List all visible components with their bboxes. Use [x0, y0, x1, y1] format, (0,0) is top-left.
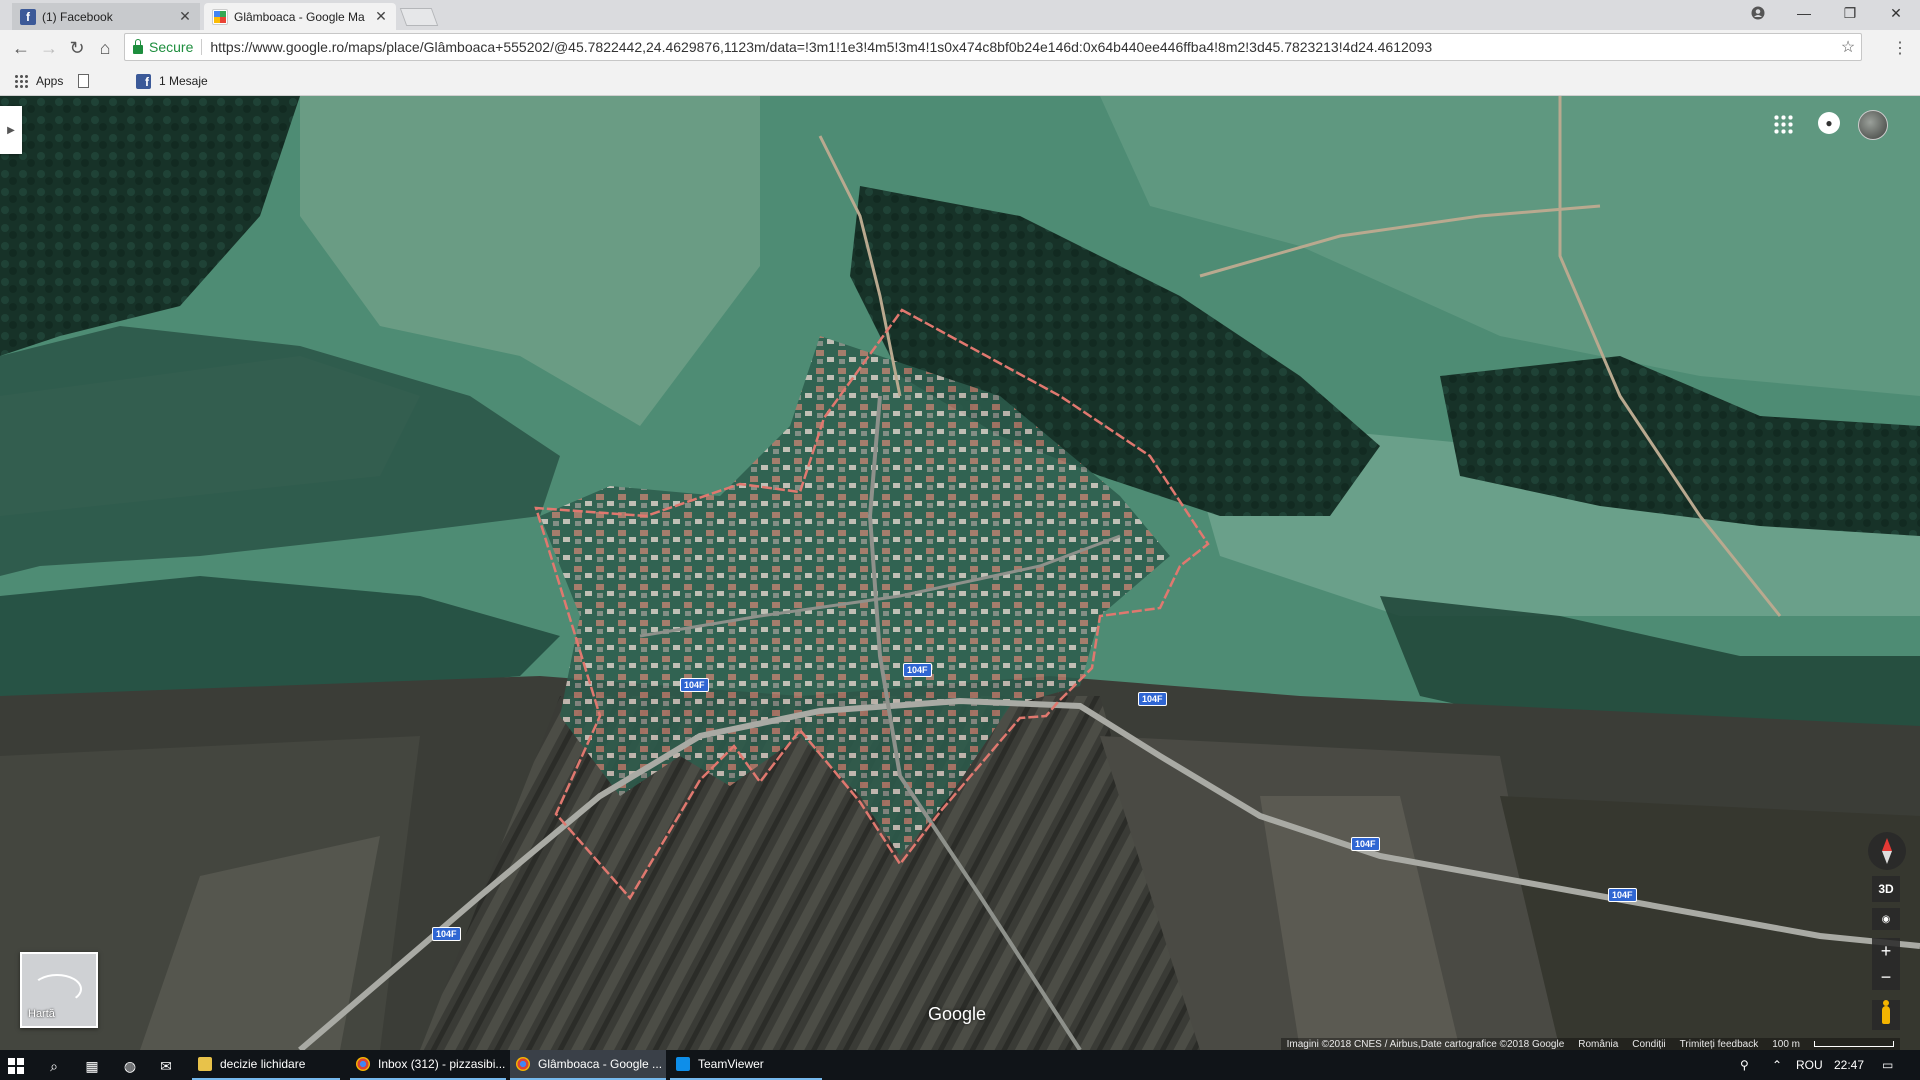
- road-label: 104F: [1351, 837, 1380, 851]
- taskbar-app-label: Inbox (312) - pizzasibi...: [378, 1057, 506, 1071]
- road-label: 104F: [1138, 692, 1167, 706]
- reload-icon[interactable]: ↻: [64, 35, 90, 61]
- close-tab-icon[interactable]: ✕: [178, 8, 192, 25]
- forward-icon[interactable]: →: [36, 35, 62, 61]
- windows-taskbar: ⌕ ▦ ◍ ✉ decizie lichidare Inbox (312) - …: [0, 1050, 1920, 1080]
- zoom-out-button[interactable]: −: [1872, 964, 1900, 990]
- facebook-icon: f: [136, 73, 151, 89]
- browser-menu-icon[interactable]: ⋮: [1892, 38, 1908, 58]
- terms-link[interactable]: Condiții: [1632, 1039, 1665, 1050]
- action-center-icon[interactable]: ▭: [1882, 1050, 1893, 1080]
- people-icon[interactable]: ⚲: [1740, 1050, 1749, 1080]
- address-bar[interactable]: Secure https://www.google.ro/maps/place/…: [124, 33, 1862, 61]
- my-location-icon[interactable]: ◉: [1872, 908, 1900, 930]
- road-label: 104F: [680, 678, 709, 692]
- taskbar-app-label: decizie lichidare: [220, 1057, 306, 1071]
- bookmark-star-icon[interactable]: ☆: [1835, 37, 1861, 57]
- windows-start-icon[interactable]: [8, 1058, 24, 1074]
- compass-icon[interactable]: [1868, 832, 1906, 870]
- tab-title: (1) Facebook: [42, 9, 113, 24]
- page-icon: [78, 74, 89, 88]
- mail-icon[interactable]: ✉: [156, 1056, 176, 1076]
- new-tab-button[interactable]: [399, 8, 439, 26]
- chrome-icon: [356, 1057, 370, 1071]
- feedback-link[interactable]: Trimiteți feedback: [1680, 1039, 1759, 1050]
- bookmark-label: 1 Mesaje: [159, 74, 208, 88]
- satellite-map[interactable]: ▶ ● 104F 104F 104F 104F 104F 104F Hartă …: [0, 96, 1920, 1050]
- calculator-icon[interactable]: ▦: [82, 1056, 102, 1076]
- taskbar-app-label: TeamViewer: [698, 1057, 764, 1071]
- bookmark-label: Apps: [36, 74, 64, 88]
- facebook-icon: f: [20, 8, 36, 25]
- tray-expand-icon[interactable]: ⌃: [1772, 1050, 1782, 1080]
- satellite-imagery: [0, 96, 1920, 1050]
- bookmark-facebook-messages[interactable]: f 1 Mesaje: [136, 72, 208, 90]
- road-label: 104F: [903, 663, 932, 677]
- imagery-credit: Imagini ©2018 CNES / Airbus,Date cartogr…: [1286, 1038, 1565, 1050]
- secure-label: Secure: [149, 39, 194, 55]
- minimize-icon[interactable]: —: [1782, 0, 1826, 26]
- zoom-in-button[interactable]: +: [1872, 938, 1900, 964]
- maximize-icon[interactable]: ❐: [1828, 0, 1872, 26]
- taskbar-app-label: Glâmboaca - Google ...: [538, 1057, 663, 1071]
- bookmarks-bar: Apps f 1 Mesaje: [0, 66, 1920, 96]
- tilt-3d-button[interactable]: 3D: [1872, 876, 1900, 902]
- browser-toolbar: ← → ↻ ⌂ Secure https://www.google.ro/map…: [0, 30, 1920, 66]
- google-logo: Google: [928, 1004, 987, 1024]
- teamviewer-icon: [676, 1057, 690, 1071]
- input-language[interactable]: ROU: [1796, 1050, 1823, 1080]
- browser-tab-strip: f (1) Facebook ✕ Glâmboaca - Google Ma ✕…: [0, 0, 1920, 30]
- bookmark-page[interactable]: [78, 72, 89, 90]
- map-layer-switcher[interactable]: Hartă: [20, 952, 98, 1028]
- taskbar-app-folder[interactable]: decizie lichidare: [192, 1050, 340, 1080]
- scale-bar: [1814, 1041, 1894, 1047]
- url-text[interactable]: https://www.google.ro/maps/place/Glâmboa…: [210, 39, 1835, 55]
- layer-switcher-label: Hartă: [28, 1008, 55, 1020]
- close-tab-icon[interactable]: ✕: [374, 8, 388, 25]
- google-maps-icon: [212, 8, 228, 25]
- google-apps-icon[interactable]: [1773, 114, 1795, 136]
- clock[interactable]: 22:47: [1834, 1050, 1864, 1080]
- taskbar-app-teamviewer[interactable]: TeamViewer: [670, 1050, 822, 1080]
- apps-grid-icon: [14, 74, 28, 88]
- taskbar-app-chrome-inbox[interactable]: Inbox (312) - pizzasibi...: [350, 1050, 506, 1080]
- road-label: 104F: [432, 927, 461, 941]
- home-icon[interactable]: ⌂: [92, 35, 118, 61]
- road-label: 104F: [1608, 888, 1637, 902]
- tab-facebook[interactable]: f (1) Facebook ✕: [12, 3, 200, 30]
- chrome-icon: [516, 1057, 530, 1071]
- search-icon[interactable]: ⌕: [44, 1056, 64, 1076]
- scale-label[interactable]: 100 m: [1772, 1039, 1800, 1050]
- account-icon[interactable]: [1736, 0, 1780, 26]
- tab-google-maps[interactable]: Glâmboaca - Google Ma ✕: [204, 3, 396, 30]
- tab-title: Glâmboaca - Google Ma: [234, 9, 365, 24]
- avatar[interactable]: [1858, 110, 1888, 140]
- back-icon[interactable]: ←: [8, 35, 34, 61]
- close-icon[interactable]: ✕: [1874, 0, 1918, 26]
- taskbar-app-chrome-maps[interactable]: Glâmboaca - Google ...: [510, 1050, 666, 1080]
- country-link[interactable]: România: [1578, 1039, 1618, 1050]
- bookmark-apps[interactable]: Apps: [14, 72, 63, 90]
- folder-icon: [198, 1057, 212, 1071]
- lock-icon: [133, 38, 143, 54]
- pegman-icon[interactable]: [1872, 1000, 1900, 1030]
- app-icon[interactable]: ◍: [120, 1056, 140, 1076]
- side-panel-toggle[interactable]: ▶: [0, 106, 22, 154]
- notifications-icon[interactable]: ●: [1818, 112, 1840, 134]
- map-attribution: Imagini ©2018 CNES / Airbus,Date cartogr…: [1280, 1038, 1900, 1050]
